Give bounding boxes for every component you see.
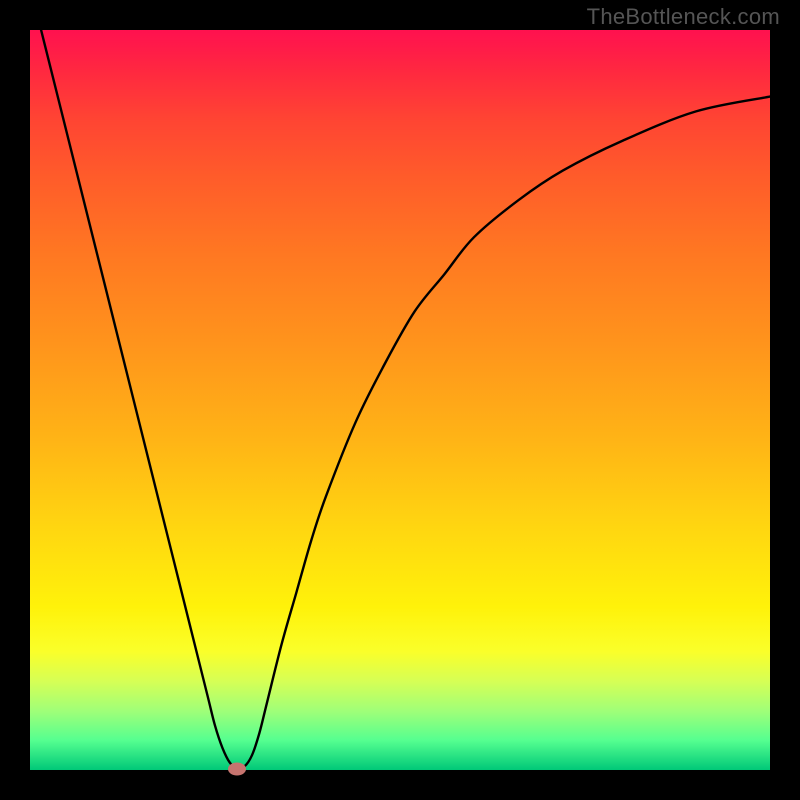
watermark-text: TheBottleneck.com <box>587 4 780 30</box>
chart-frame: TheBottleneck.com <box>0 0 800 800</box>
minimum-marker <box>228 762 246 775</box>
curve-path <box>30 0 770 769</box>
plot-area <box>30 30 770 770</box>
bottleneck-curve <box>30 30 770 770</box>
